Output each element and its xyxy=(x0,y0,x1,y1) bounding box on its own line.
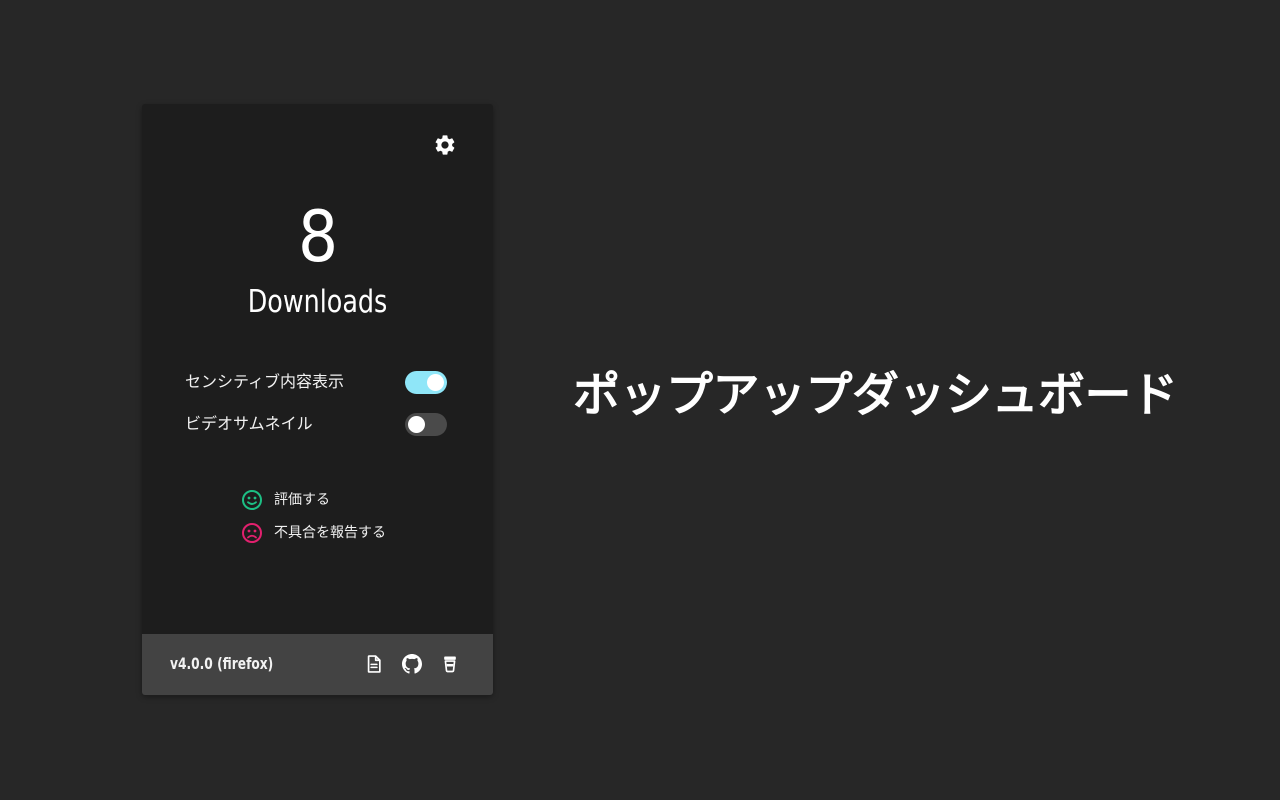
coffee-cup-icon[interactable] xyxy=(440,654,460,674)
settings-gear-icon[interactable] xyxy=(433,133,457,157)
toggle-knob xyxy=(427,374,444,391)
popup-dashboard: 8 Downloads センシティブ内容表示 ビデオサムネイル 評価する 不具合… xyxy=(142,104,493,695)
github-icon[interactable] xyxy=(402,654,422,674)
toggle-label-video-thumbnail: ビデオサムネイル xyxy=(185,414,313,433)
document-icon[interactable] xyxy=(364,654,384,674)
version-label: v4.0.0 (firefox) xyxy=(170,654,274,673)
toggle-row-video-thumbnail: ビデオサムネイル xyxy=(185,411,447,437)
toggle-knob xyxy=(408,416,425,433)
sad-face-icon xyxy=(242,523,262,543)
feature-caption: ポップアップダッシュボード xyxy=(573,368,1178,423)
report-bug-link-label: 不具合を報告する xyxy=(274,525,386,541)
video-thumbnail-toggle[interactable] xyxy=(405,413,447,436)
download-count: 8 xyxy=(297,196,338,278)
toggle-row-sensitive-content: センシティブ内容表示 xyxy=(185,369,447,395)
sensitive-content-toggle[interactable] xyxy=(405,371,447,394)
download-count-label: Downloads xyxy=(247,284,388,320)
toggle-label-sensitive-content: センシティブ内容表示 xyxy=(185,372,345,391)
popup-footer: v4.0.0 (firefox) xyxy=(142,634,493,695)
smile-face-icon xyxy=(242,490,262,510)
rate-link-label: 評価する xyxy=(274,492,330,508)
